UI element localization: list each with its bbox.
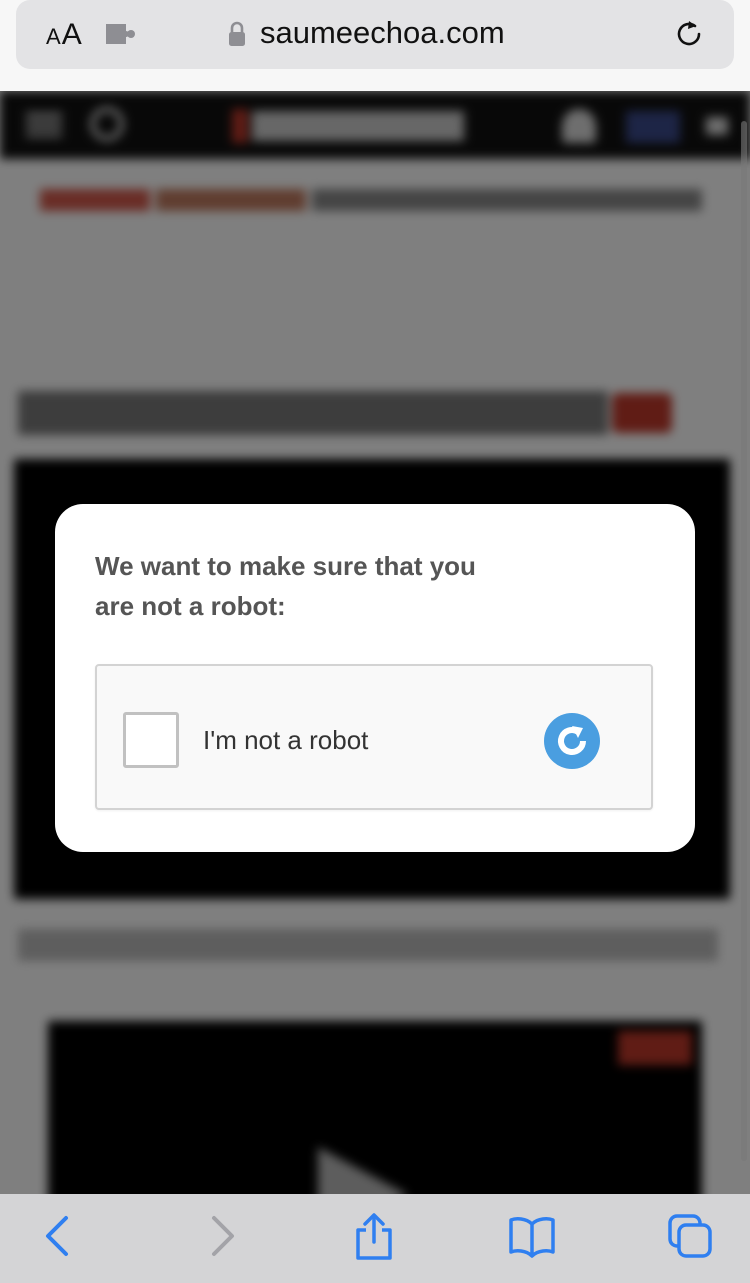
page-scrollbar[interactable] xyxy=(741,121,747,1161)
captcha-title: We want to make sure that you are not a … xyxy=(95,551,476,621)
browser-top-bar: AA saumeechoa.com xyxy=(0,0,750,91)
reload-icon[interactable] xyxy=(673,18,705,50)
captcha-label[interactable]: I'm not a robot xyxy=(203,725,368,756)
lock-icon xyxy=(229,21,245,46)
captcha-refresh-icon xyxy=(544,713,600,769)
book-icon[interactable] xyxy=(508,1212,556,1260)
text-size-button[interactable]: AA xyxy=(46,18,83,52)
domain-text[interactable]: saumeechoa.com xyxy=(260,15,505,51)
share-icon[interactable] xyxy=(350,1212,398,1260)
chevron-right-icon[interactable] xyxy=(196,1212,244,1260)
tabs-icon[interactable] xyxy=(666,1212,714,1260)
address-bar[interactable]: AA saumeechoa.com xyxy=(16,0,734,69)
browser-bottom-toolbar xyxy=(0,1194,750,1283)
not-robot-checkbox[interactable] xyxy=(123,712,179,768)
captcha-widget[interactable]: I'm not a robot xyxy=(95,664,653,810)
chevron-left-icon[interactable] xyxy=(36,1212,84,1260)
puzzle-extension-icon[interactable] xyxy=(104,20,138,48)
captcha-modal: We want to make sure that you are not a … xyxy=(55,504,695,852)
